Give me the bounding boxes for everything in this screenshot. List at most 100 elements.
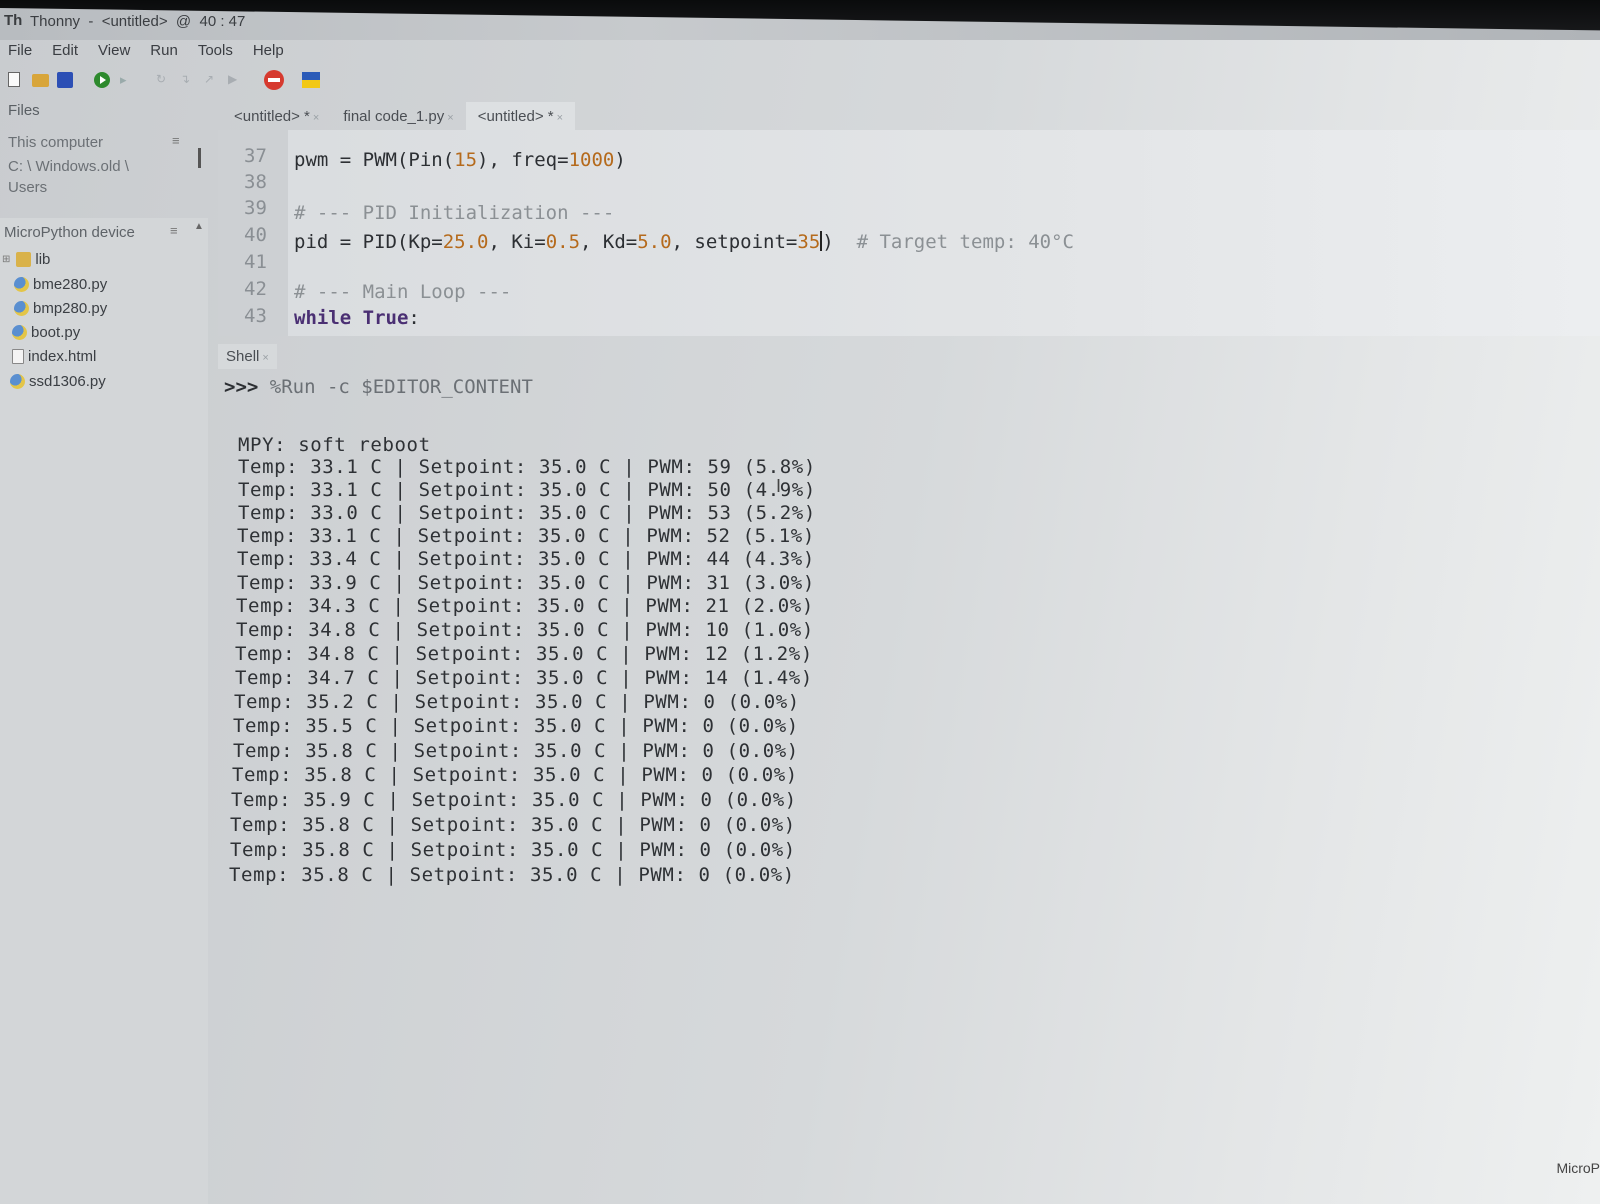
interpreter-status[interactable]: MicroP <box>1556 1160 1600 1176</box>
shell-output-line: Temp: 35.8 C | Setpoint: 35.0 C | PWM: 0… <box>230 839 796 861</box>
menu-edit[interactable]: Edit <box>50 40 86 66</box>
ukraine-flag-icon[interactable] <box>302 72 320 88</box>
hamburger-menu-icon[interactable]: ≡ <box>172 133 180 148</box>
files-sidebar: Files This computer ≡ C: \ Windows.old \… <box>0 96 210 1204</box>
close-icon[interactable]: × <box>313 112 319 124</box>
expand-icon[interactable]: ⊞ <box>2 254 10 265</box>
shell-output-line: Temp: 35.2 C | Setpoint: 35.0 C | PWM: 0… <box>234 691 800 713</box>
device-header: MicroPython device <box>4 224 135 241</box>
document-icon <box>12 348 24 364</box>
shell-output-line: Temp: 35.8 C | Setpoint: 35.0 C | PWM: 0… <box>232 764 798 786</box>
stop-icon[interactable] <box>264 70 284 90</box>
shell-command: %Run -c $EDITOR_CONTENT <box>269 376 533 398</box>
thonny-logo-icon: Th <box>4 12 23 29</box>
close-icon[interactable]: × <box>447 112 453 124</box>
shell-prompt-line: >>> %Run -c $EDITOR_CONTENT <box>224 376 533 398</box>
line-number: 38 <box>244 171 267 193</box>
file-name: lib <box>35 250 51 268</box>
code-editor[interactable]: 37 pwm = PWM(Pin(15), freq=1000) 38 39 #… <box>218 130 1600 336</box>
tab-final-code[interactable]: final code_1.py × <box>331 102 465 132</box>
python-file-icon <box>10 373 25 389</box>
tab-untitled-2[interactable]: <untitled> * × <box>465 102 576 132</box>
shell-prompt: >>> <box>224 376 259 398</box>
save-file-icon[interactable] <box>57 72 73 88</box>
thonny-window: Th Thonny - <untitled> @ 40 : 47 File Ed… <box>0 0 1600 1204</box>
shell-output-line: Temp: 35.5 C | Setpoint: 35.0 C | PWM: 0… <box>233 715 799 737</box>
step-out-icon[interactable]: ↗ <box>204 72 224 88</box>
file-item-lib[interactable]: ⊞ lib <box>2 248 50 270</box>
shell-output-line: Temp: 33.4 C | Setpoint: 35.0 C | PWM: 4… <box>237 548 815 570</box>
close-icon[interactable]: × <box>557 112 563 124</box>
resume-icon[interactable]: ▶ <box>228 72 248 88</box>
menu-help[interactable]: Help <box>251 40 292 66</box>
menu-run[interactable]: Run <box>148 40 186 66</box>
files-tab[interactable]: Files <box>8 102 40 119</box>
line-number: 41 <box>244 251 267 273</box>
file-item-boot[interactable]: boot.py <box>12 321 80 343</box>
tab-untitled-1[interactable]: <untitled> * × <box>222 102 331 132</box>
step-into-icon[interactable]: ↴ <box>180 72 200 88</box>
line-number: 42 <box>244 278 267 300</box>
this-computer-header: This computer <box>8 134 104 151</box>
shell-output-line: Temp: 33.1 C | Setpoint: 35.0 C | PWM: 5… <box>238 479 816 501</box>
menu-tools[interactable]: Tools <box>196 40 241 66</box>
code-line-42[interactable]: # --- Main Loop --- <box>294 281 511 303</box>
code-line-43[interactable]: while True: <box>294 307 420 329</box>
editor-tabs: <untitled> * × final code_1.py × <untitled… <box>222 102 576 132</box>
title-bar: Th Thonny - <untitled> @ 40 : 47 <box>0 0 1600 40</box>
shell-output-line: Temp: 33.0 C | Setpoint: 35.0 C | PWM: 5… <box>238 502 816 524</box>
mouse-ibeam-cursor: I <box>776 476 782 496</box>
shell-output-line: Temp: 33.9 C | Setpoint: 35.0 C | PWM: 3… <box>237 572 815 594</box>
shell-output-line: Temp: 35.8 C | Setpoint: 35.0 C | PWM: 0… <box>229 864 795 886</box>
close-icon[interactable]: × <box>262 352 268 364</box>
shell-output-line: Temp: 33.1 C | Setpoint: 35.0 C | PWM: 5… <box>238 456 816 478</box>
shell-output-line: Temp: 34.8 C | Setpoint: 35.0 C | PWM: 1… <box>235 643 813 665</box>
shell-console[interactable]: >>> %Run -c $EDITOR_CONTENT MPY: soft re… <box>218 370 1600 1204</box>
shell-output-line: Temp: 34.8 C | Setpoint: 35.0 C | PWM: 1… <box>236 619 814 641</box>
current-path[interactable]: C: \ Windows.old \ Users <box>8 156 168 198</box>
python-file-icon <box>14 276 29 292</box>
this-computer-pane: This computer ≡ C: \ Windows.old \ Users <box>0 126 208 216</box>
file-name: bme280.py <box>33 275 108 293</box>
code-line-39[interactable]: # --- PID Initialization --- <box>294 202 614 224</box>
python-file-icon <box>12 324 27 340</box>
file-item-bmp280[interactable]: bmp280.py <box>14 297 107 319</box>
file-name: bmp280.py <box>33 299 108 317</box>
shell-output-line: Temp: 35.8 C | Setpoint: 35.0 C | PWM: 0… <box>233 740 799 762</box>
shell-output-line: Temp: 33.1 C | Setpoint: 35.0 C | PWM: 5… <box>237 525 815 547</box>
device-pane: MicroPython device ≡ ▲ ⊞ lib bme280.py b… <box>0 218 208 1204</box>
step-over-icon[interactable]: ↻ <box>156 72 176 88</box>
hamburger-menu-icon[interactable]: ≡ <box>170 223 178 238</box>
python-file-icon <box>14 300 29 316</box>
shell-output-line: Temp: 34.7 C | Setpoint: 35.0 C | PWM: 1… <box>235 667 813 689</box>
toolbar: ▸ ↻ ↴ ↗ ▶ <box>0 68 1600 94</box>
folder-icon <box>16 251 32 267</box>
menu-bar: File Edit View Run Tools Help <box>0 40 1600 66</box>
file-name: ssd1306.py <box>29 372 106 390</box>
code-line-40[interactable]: pid = PID(Kp=25.0, Ki=0.5, Kd=5.0, setpo… <box>294 231 1074 253</box>
line-number: 43 <box>244 305 267 327</box>
line-number: 39 <box>244 197 267 219</box>
file-item-index[interactable]: index.html <box>12 345 96 367</box>
shell-output-line: Temp: 35.8 C | Setpoint: 35.0 C | PWM: 0… <box>230 814 796 836</box>
code-line-37[interactable]: pwm = PWM(Pin(15), freq=1000) <box>294 149 626 171</box>
text-cursor <box>820 231 823 251</box>
open-file-icon[interactable] <box>32 74 49 87</box>
scroll-up-icon[interactable]: ▲ <box>194 221 204 232</box>
window-title: Thonny - <untitled> @ 40 : 47 <box>30 13 246 30</box>
shell-output-line: Temp: 35.9 C | Setpoint: 35.0 C | PWM: 0… <box>231 789 797 811</box>
shell-tab[interactable]: Shell × <box>218 344 277 369</box>
line-number: 37 <box>244 145 267 167</box>
shell-boot-message: MPY: soft reboot <box>238 434 431 456</box>
file-name: index.html <box>28 347 97 365</box>
new-file-icon[interactable] <box>8 72 20 87</box>
menu-view[interactable]: View <box>96 40 138 66</box>
debug-icon[interactable]: ▸ <box>120 72 136 88</box>
file-item-ssd1306[interactable]: ssd1306.py <box>10 370 106 392</box>
run-icon[interactable] <box>94 72 110 88</box>
pane-scrollbar[interactable] <box>198 148 201 168</box>
line-number: 40 <box>244 224 267 246</box>
menu-file[interactable]: File <box>6 40 40 66</box>
shell-output-line: Temp: 34.3 C | Setpoint: 35.0 C | PWM: 2… <box>236 595 814 617</box>
file-item-bme280[interactable]: bme280.py <box>14 273 107 295</box>
